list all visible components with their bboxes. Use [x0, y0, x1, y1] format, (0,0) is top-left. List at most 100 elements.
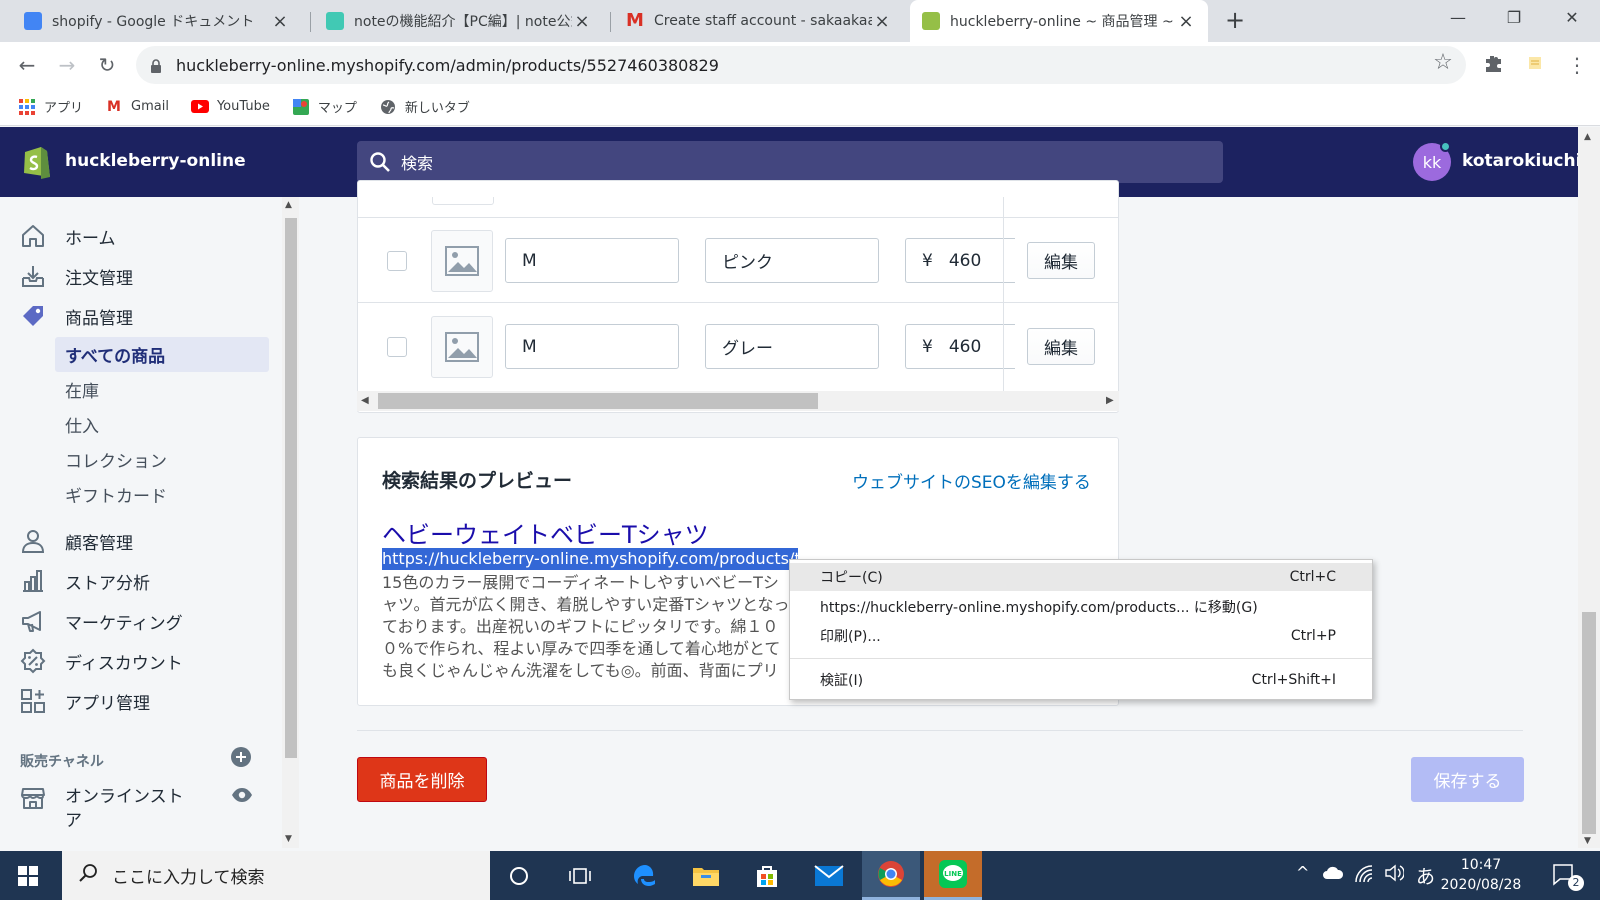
- sidebar-item-home[interactable]: ホーム: [0, 218, 282, 254]
- size-field[interactable]: M: [505, 238, 679, 283]
- context-menu-inspect[interactable]: 検証(I) Ctrl+Shift+I: [790, 666, 1372, 694]
- close-icon[interactable]: ×: [872, 11, 892, 32]
- sidebar-sub-all-products[interactable]: すべての商品: [55, 337, 269, 372]
- window-close-icon[interactable]: ✕: [1558, 8, 1586, 32]
- new-tab-button[interactable]: +: [1222, 8, 1248, 34]
- tab-shopify-active[interactable]: huckleberry-online ~ 商品管理 ~ ×: [910, 0, 1208, 42]
- variant-checkbox[interactable]: [387, 337, 407, 357]
- wifi-icon[interactable]: [1354, 865, 1374, 887]
- file-explorer-icon[interactable]: [677, 851, 735, 900]
- save-button[interactable]: 保存する: [1411, 757, 1524, 802]
- bookmark-label: マップ: [317, 101, 357, 116]
- tab-note[interactable]: noteの機能紹介【PC編】| note公式 ×: [314, 0, 604, 42]
- extensions-icon[interactable]: [1482, 54, 1504, 76]
- forward-icon[interactable]: →: [54, 52, 80, 78]
- sidebar-scrollbar-thumb[interactable]: [285, 218, 297, 758]
- notification-count-badge: 2: [1568, 875, 1584, 891]
- taskbar-search-input[interactable]: ここに入力して検索: [62, 851, 490, 900]
- bookmark-gmail[interactable]: M Gmail: [105, 98, 169, 116]
- windows-taskbar: ここに入力して検索 LINE ^ あ 10:47 2020/08/28 2: [0, 851, 1600, 900]
- size-field[interactable]: M: [505, 324, 679, 369]
- scroll-up-icon[interactable]: ▲: [1584, 132, 1591, 142]
- sidebar-item-online-store[interactable]: オンラインストア: [0, 785, 282, 833]
- microsoft-store-icon[interactable]: [738, 851, 796, 900]
- admin-search-input[interactable]: 検索: [357, 141, 1223, 183]
- cortana-icon[interactable]: [490, 851, 548, 900]
- sidebar-item-discounts[interactable]: ディスカウント: [0, 643, 282, 679]
- color-field[interactable]: ピンク: [705, 238, 879, 283]
- table-row: M ピンク ¥ 460 編集: [357, 218, 1119, 303]
- sidebar-item-apps[interactable]: アプリ管理: [0, 683, 282, 719]
- ime-indicator[interactable]: あ: [1416, 862, 1435, 889]
- edit-variant-button[interactable]: 編集: [1027, 328, 1095, 365]
- bookmark-maps[interactable]: マップ: [292, 97, 357, 116]
- reload-icon[interactable]: ↻: [94, 52, 120, 78]
- bookmark-apps[interactable]: アプリ: [18, 97, 83, 116]
- table-scrollbar-thumb[interactable]: [378, 393, 818, 409]
- eye-icon[interactable]: [231, 787, 253, 808]
- store-name[interactable]: huckleberry-online: [65, 151, 246, 171]
- tab-google-docs[interactable]: shopify - Google ドキュメント ×: [12, 0, 302, 42]
- sidebar-sub-gift-cards[interactable]: ギフトカード: [55, 477, 269, 512]
- sidebar-item-products[interactable]: 商品管理: [0, 298, 282, 334]
- back-icon[interactable]: ←: [14, 52, 40, 78]
- seo-url-selected[interactable]: https://huckleberry-online.myshopify.com…: [382, 548, 798, 570]
- task-view-icon[interactable]: [551, 851, 609, 900]
- price-field[interactable]: ¥ 460: [905, 324, 1015, 369]
- scroll-up-icon[interactable]: ▲: [285, 200, 292, 210]
- page-scrollbar-thumb[interactable]: [1582, 612, 1596, 834]
- mail-icon[interactable]: [800, 851, 858, 900]
- line-app-icon[interactable]: LINE: [924, 851, 982, 900]
- extension-note-icon[interactable]: [1524, 54, 1546, 76]
- sidebar-item-analytics[interactable]: ストア分析: [0, 563, 282, 599]
- tab-title: Create staff account - sakaakaa4: [654, 13, 872, 29]
- user-name[interactable]: kotarokiuchi: [1462, 151, 1581, 171]
- context-menu-print[interactable]: 印刷(P)... Ctrl+P: [790, 622, 1372, 650]
- onedrive-icon[interactable]: [1322, 865, 1344, 885]
- edit-variant-button[interactable]: 編集: [1027, 242, 1095, 279]
- edit-seo-link[interactable]: ウェブサイトのSEOを編集する: [852, 468, 1091, 493]
- menu-item-label: 印刷(P)...: [820, 629, 881, 645]
- scroll-down-icon[interactable]: ▼: [1584, 836, 1591, 846]
- context-menu-go-to-url[interactable]: https://huckleberry-online.myshopify.com…: [790, 593, 1372, 621]
- tab-gmail[interactable]: M Create staff account - sakaakaa4 ×: [614, 0, 904, 42]
- scroll-left-icon[interactable]: ◀: [361, 395, 369, 406]
- minimize-icon[interactable]: —: [1444, 8, 1472, 32]
- bookmark-star-icon[interactable]: ☆: [1432, 52, 1454, 74]
- bookmark-new-tab[interactable]: 新しいタブ: [379, 97, 470, 116]
- color-field[interactable]: グレー: [705, 324, 879, 369]
- close-icon[interactable]: ×: [270, 11, 290, 32]
- address-bar[interactable]: huckleberry-online.myshopify.com/admin/p…: [136, 46, 1466, 84]
- variant-checkbox[interactable]: [387, 251, 407, 271]
- menu-kebab-icon[interactable]: ⋮: [1566, 54, 1588, 76]
- image-placeholder-icon[interactable]: [431, 230, 493, 292]
- chevron-up-icon[interactable]: ^: [1296, 863, 1309, 882]
- restore-icon[interactable]: ❐: [1500, 8, 1528, 32]
- sidebar-sub-transfers[interactable]: 仕入: [55, 407, 269, 442]
- shopify-logo-icon[interactable]: [20, 143, 52, 179]
- price-field[interactable]: ¥ 460: [905, 238, 1015, 283]
- sidebar-item-customers[interactable]: 顧客管理: [0, 523, 282, 559]
- edge-icon[interactable]: [616, 851, 674, 900]
- sidebar-item-marketing[interactable]: マーケティング: [0, 603, 282, 639]
- sidebar-sub-collections[interactable]: コレクション: [55, 442, 269, 477]
- bookmark-label: 新しいタブ: [404, 101, 470, 116]
- context-menu-copy[interactable]: コピー(C) Ctrl+C: [790, 563, 1372, 591]
- clock[interactable]: 10:47 2020/08/28: [1440, 855, 1522, 895]
- windows-start-icon[interactable]: [18, 866, 38, 886]
- sidebar-item-orders[interactable]: 注文管理: [0, 258, 282, 294]
- chrome-icon[interactable]: [862, 851, 920, 900]
- scroll-down-icon[interactable]: ▼: [285, 834, 292, 844]
- delete-product-button[interactable]: 商品を削除: [357, 757, 487, 802]
- close-icon[interactable]: ×: [572, 11, 592, 32]
- bookmarks-bar: アプリ M Gmail YouTube マップ 新しいタブ: [0, 88, 1600, 126]
- image-placeholder-icon[interactable]: [431, 316, 493, 378]
- scroll-right-icon[interactable]: ▶: [1106, 395, 1114, 406]
- sidebar-sub-inventory[interactable]: 在庫: [55, 372, 269, 407]
- menu-item-label: https://huckleberry-online.myshopify.com…: [820, 600, 1258, 616]
- speaker-icon[interactable]: [1384, 863, 1405, 887]
- bookmark-youtube[interactable]: YouTube: [190, 98, 270, 116]
- add-channel-icon[interactable]: [231, 747, 251, 767]
- currency-symbol: ¥: [922, 250, 933, 271]
- close-icon[interactable]: ×: [1176, 11, 1196, 32]
